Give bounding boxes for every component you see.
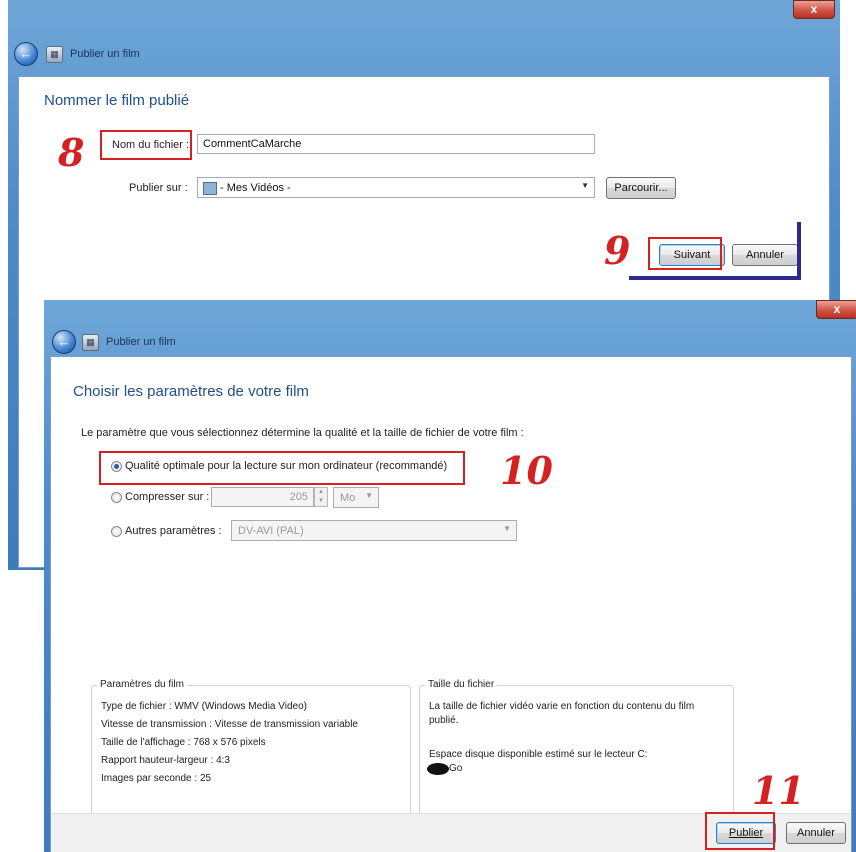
folder-icon bbox=[203, 182, 217, 195]
window2-cancel-button[interactable]: Annuler bbox=[786, 822, 846, 844]
other-settings-select[interactable]: DV-AVI (PAL) ▼ bbox=[231, 520, 517, 541]
publish-film-window-settings: x ← ▦ Publier un film Choisir les paramè… bbox=[44, 300, 856, 852]
step-8-annotation: 8 bbox=[58, 130, 85, 175]
highlight-filename-label bbox=[100, 130, 192, 160]
file-size-text-2: publié. bbox=[429, 715, 459, 726]
other-settings-label[interactable]: Autres paramètres : bbox=[125, 525, 222, 537]
settings-instruction: Le paramètre que vous sélectionnez déter… bbox=[81, 427, 524, 439]
step-9-annotation: 9 bbox=[604, 228, 631, 273]
window1-title: Publier un film bbox=[70, 48, 140, 60]
redacted-disk-space bbox=[427, 763, 449, 775]
unit-chevron-down-icon: ▼ bbox=[365, 491, 373, 500]
compress-label-text: Compresser sur : bbox=[125, 491, 210, 503]
publish-on-value: - Mes Vidéos - bbox=[220, 182, 291, 194]
publish-on-select[interactable]: - Mes Vidéos - ▼ bbox=[197, 177, 595, 198]
other-settings-value: DV-AVI (PAL) bbox=[238, 525, 304, 537]
file-size-text-4: Go bbox=[449, 763, 463, 774]
publish-on-label: Publier sur : bbox=[129, 182, 188, 194]
film-param-line-2: Taille de l'affichage : 768 x 576 pixels bbox=[101, 737, 266, 748]
window1-back-arrow-icon[interactable]: ← bbox=[14, 42, 38, 66]
compress-size-value: 205 bbox=[289, 491, 308, 503]
film-param-line-1: Vitesse de transmission : Vitesse de tra… bbox=[101, 719, 358, 730]
window2-app-icon: ▦ bbox=[82, 334, 99, 351]
chevron-down-icon: ▼ bbox=[581, 181, 589, 190]
window2-back-arrow-icon[interactable]: ← bbox=[52, 330, 76, 354]
file-size-legend: Taille du fichier bbox=[425, 679, 498, 690]
film-param-line-0: Type de fichier : WMV (Windows Media Vid… bbox=[101, 701, 308, 712]
highlight-optimal-quality bbox=[99, 451, 465, 485]
file-size-text-1: La taille de fichier vidéo varie en fonc… bbox=[429, 701, 695, 712]
compress-size-input[interactable]: 205 bbox=[211, 487, 314, 507]
window1-close-button[interactable]: x bbox=[793, 0, 835, 19]
window2-heading: Choisir les paramètres de votre film bbox=[73, 383, 309, 400]
radio-compress[interactable] bbox=[111, 492, 122, 503]
file-size-text-3: Espace disque disponible estimé sur le l… bbox=[429, 749, 648, 760]
step-11-annotation: 11 bbox=[752, 768, 805, 813]
window2-client-area: Choisir les paramètres de votre film Le … bbox=[50, 356, 852, 852]
window1-heading: Nommer le film publié bbox=[44, 92, 190, 109]
film-param-line-3: Rapport hauteur-largeur : 4:3 bbox=[101, 755, 230, 766]
compress-unit-value: Mo bbox=[340, 492, 356, 504]
filename-input[interactable]: CommentCaMarche bbox=[197, 134, 595, 154]
highlight-action-panel-frame bbox=[629, 222, 801, 280]
compress-label[interactable]: Compresser sur : bbox=[125, 491, 209, 503]
window2-close-button[interactable]: x bbox=[816, 300, 856, 319]
window1-app-icon: ▦ bbox=[46, 46, 63, 63]
film-params-legend: Paramètres du film bbox=[97, 679, 187, 690]
browse-button[interactable]: Parcourir... bbox=[606, 177, 676, 199]
radio-other-settings[interactable] bbox=[111, 526, 122, 537]
window2-title: Publier un film bbox=[106, 336, 176, 348]
other-chevron-down-icon: ▼ bbox=[503, 524, 511, 533]
film-param-line-4: Images par seconde : 25 bbox=[101, 773, 212, 784]
compress-spinner-icon[interactable]: ▲ ▼ bbox=[314, 487, 328, 507]
highlight-publish-button bbox=[705, 812, 775, 850]
step-10-annotation: 10 bbox=[500, 448, 553, 493]
compress-unit-select[interactable]: Mo ▼ bbox=[333, 487, 379, 508]
